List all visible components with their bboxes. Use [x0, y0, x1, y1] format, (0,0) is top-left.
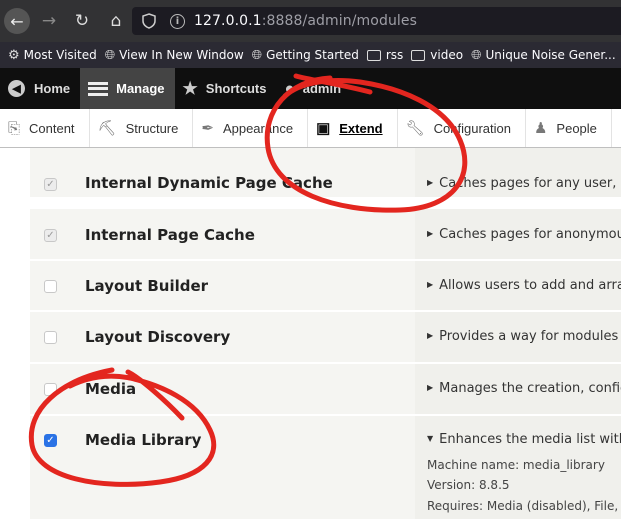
- globe-icon: 🌐︎: [251, 47, 263, 63]
- module-checkbox: ✓: [44, 178, 57, 191]
- description-cell: ▶ Caches pages for any user, h: [415, 148, 621, 197]
- expand-triangle-icon: ▶: [427, 383, 434, 392]
- home-icon[interactable]: ⌂: [104, 9, 128, 33]
- menu-icon: [88, 81, 109, 96]
- toolbar-home[interactable]: ◀ Home: [0, 68, 80, 109]
- toolbar-manage[interactable]: Manage: [80, 68, 175, 109]
- bookmarks-bar: ⚙ Most Visited 🌐︎ View In New Window 🌐︎ Get…: [0, 42, 621, 68]
- module-name[interactable]: Layout Builder: [85, 277, 208, 295]
- description-cell: ▶ Provides a way for modules t: [415, 312, 621, 362]
- toolbar-shortcuts[interactable]: ★ Shortcuts: [175, 68, 277, 109]
- document-icon: ⎘: [8, 119, 21, 137]
- module-checkbox[interactable]: [44, 331, 57, 344]
- wrench-icon: ✒: [201, 120, 214, 137]
- user-icon: ●: [284, 78, 295, 98]
- module-row: Media ▶ Manages the creation, config: [30, 364, 621, 415]
- star-icon: ★: [182, 78, 198, 98]
- admin-tray: ⎘ Content ⛏ Structure ✒ Appearance ▣ Extend …: [0, 109, 621, 148]
- shield-icon: [142, 13, 156, 29]
- bookmark-unique-noise[interactable]: 🌐︎ Unique Noise Gener...: [471, 48, 616, 63]
- back-arrow-icon[interactable]: ←: [4, 8, 30, 34]
- module-checkbox[interactable]: [44, 383, 57, 396]
- info-icon[interactable]: i: [170, 13, 185, 29]
- structure-icon: ⛏: [97, 120, 117, 137]
- globe-icon: 🌐︎: [471, 47, 482, 63]
- module-description[interactable]: ▶ Provides a way for modules t: [427, 329, 621, 344]
- module-description[interactable]: ▶ Allows users to add and arra: [427, 278, 621, 293]
- machine-name: Machine name: media_library: [427, 458, 605, 472]
- module-version: Version: 8.8.5: [427, 478, 510, 492]
- expand-triangle-icon: ▶: [427, 280, 434, 289]
- tray-structure[interactable]: ⛏ Structure: [90, 109, 194, 147]
- admin-toolbar: ◀ Home Manage ★ Shortcuts ● admin: [0, 68, 621, 109]
- module-checkbox: ✓: [44, 229, 57, 242]
- reload-icon[interactable]: ↻: [70, 9, 94, 33]
- person-icon: ♟: [533, 120, 548, 137]
- bookmark-getting-started[interactable]: 🌐︎ Getting Started: [252, 48, 359, 63]
- bookmark-video[interactable]: video: [411, 48, 463, 62]
- bookmark-most-visited[interactable]: ⚙ Most Visited: [8, 48, 97, 63]
- module-row: Layout Discovery ▶ Provides a way for mod…: [30, 312, 621, 363]
- module-name[interactable]: Internal Dynamic Page Cache: [85, 174, 333, 192]
- description-cell: ▼ Enhances the media list with Machine na…: [415, 416, 621, 519]
- tray-people[interactable]: ♟ People: [526, 109, 612, 147]
- folder-icon: [366, 49, 381, 61]
- expand-triangle-icon: ▶: [427, 178, 434, 187]
- puzzle-icon: ▣: [316, 120, 331, 137]
- expand-triangle-icon: ▶: [427, 229, 434, 238]
- forward-arrow-icon[interactable]: →: [37, 9, 61, 33]
- tray-appearance[interactable]: ✒ Appearance: [193, 109, 309, 147]
- globe-icon: 🌐︎: [104, 47, 116, 63]
- module-checkbox[interactable]: [44, 280, 57, 293]
- collapse-triangle-icon: ▼: [427, 434, 434, 443]
- tray-extend[interactable]: ▣ Extend: [308, 109, 398, 147]
- module-row: Layout Builder ▶ Allows users to add and …: [30, 261, 621, 311]
- module-description[interactable]: ▶ Manages the creation, config: [427, 381, 621, 396]
- browser-toolbar: ← → ↻ ⌂ i 127.0.0.1:8888/admin/modules: [0, 0, 621, 42]
- toolbar-user[interactable]: ● admin: [276, 68, 351, 109]
- expand-triangle-icon: ▶: [427, 331, 434, 340]
- gear-icon: ⚙: [8, 47, 20, 63]
- description-cell: ▶ Caches pages for anonymou: [415, 209, 621, 259]
- module-checkbox-checked[interactable]: ✓: [44, 434, 57, 447]
- description-cell: ▶ Allows users to add and arra: [415, 261, 621, 310]
- tray-content[interactable]: ⎘ Content: [0, 109, 90, 147]
- bookmark-rss[interactable]: rss: [366, 48, 403, 62]
- module-row-expanded: ✓ Media Library ▼ Enhances the media list…: [30, 416, 621, 520]
- module-row: ✓ Internal Page Cache ▶ Caches pages for …: [30, 209, 621, 260]
- module-name[interactable]: Media: [85, 380, 136, 398]
- module-row: ✓ Internal Dynamic Page Cache ▶ Caches pa…: [30, 148, 621, 198]
- address-bar[interactable]: i 127.0.0.1:8888/admin/modules: [132, 7, 621, 35]
- module-name[interactable]: Media Library: [85, 431, 201, 449]
- url-text: 127.0.0.1:8888/admin/modules: [194, 13, 418, 29]
- wrench-icon: 🔧︎: [405, 120, 425, 137]
- module-list: ✓ Internal Dynamic Page Cache ▶ Caches pa…: [0, 148, 621, 520]
- back-circle-icon: ◀: [8, 80, 25, 97]
- folder-icon: [411, 49, 426, 61]
- module-description[interactable]: ▼ Enhances the media list with: [427, 432, 621, 447]
- tray-configuration[interactable]: 🔧︎ Configuration: [398, 109, 526, 147]
- module-name[interactable]: Layout Discovery: [85, 328, 230, 346]
- module-name[interactable]: Internal Page Cache: [85, 226, 255, 244]
- description-cell: ▶ Manages the creation, config: [415, 364, 621, 414]
- module-requires: Requires: Media (disabled), File, Fi: [427, 499, 621, 513]
- module-description[interactable]: ▶ Caches pages for anonymou: [427, 227, 621, 242]
- module-description[interactable]: ▶ Caches pages for any user, h: [427, 176, 621, 191]
- bookmark-view-in-new-window[interactable]: 🌐︎ View In New Window: [105, 48, 244, 63]
